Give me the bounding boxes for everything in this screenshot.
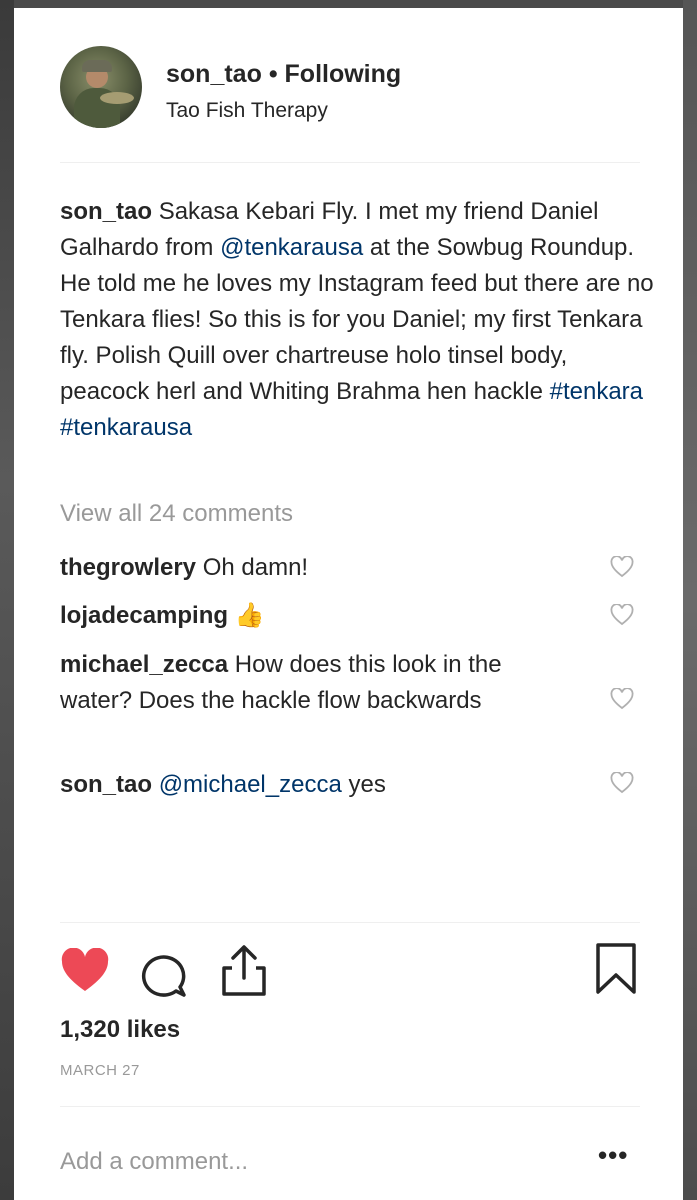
comment-item: thegrowlery Oh damn! [60, 550, 580, 586]
caption-hashtag-tenkarausa[interactable]: #tenkarausa [60, 414, 192, 441]
view-all-comments-link[interactable]: View all 24 comments [60, 500, 293, 528]
comment-item: michael_zecca How does this look in the … [60, 647, 560, 719]
caption-username[interactable]: son_tao [60, 198, 152, 225]
avatar[interactable] [60, 46, 142, 128]
comment-text: yes [348, 771, 386, 798]
background-right-edge [683, 0, 697, 1200]
comment-text: 👍 [234, 602, 265, 629]
comment-item: lojadecamping 👍 [60, 598, 580, 634]
comment-like-heart-icon[interactable] [610, 556, 634, 578]
actions-divider [60, 922, 640, 923]
post-card: son_tao • Following Tao Fish Therapy son… [14, 8, 683, 1200]
avatar-figure-hat [82, 60, 112, 72]
bookmark-icon[interactable] [594, 942, 638, 996]
follow-status[interactable]: Following [285, 60, 402, 88]
post-date: MARCH 27 [60, 1062, 140, 1079]
add-comment-input[interactable]: Add a comment... [60, 1148, 248, 1176]
comment-like-heart-icon[interactable] [610, 604, 634, 626]
post-header: son_tao • Following Tao Fish Therapy [14, 8, 683, 162]
more-options-icon[interactable]: ••• [598, 1140, 628, 1171]
likes-count[interactable]: 1,320 likes [60, 1016, 180, 1044]
avatar-fish [100, 92, 134, 104]
caption-hashtag-tenkara[interactable]: #tenkara [550, 378, 643, 405]
header-username-line: son_tao • Following [166, 60, 401, 89]
comment-like-heart-icon[interactable] [610, 772, 634, 794]
comment-input-divider [60, 1106, 640, 1107]
comment-username[interactable]: thegrowlery [60, 554, 196, 581]
caption-mention[interactable]: @tenkarausa [220, 234, 363, 261]
comment-username[interactable]: son_tao [60, 771, 152, 798]
comment-bubble-icon[interactable] [140, 951, 188, 997]
header-divider [60, 162, 640, 163]
comment-username[interactable]: lojadecamping [60, 602, 228, 629]
author-subtitle[interactable]: Tao Fish Therapy [166, 99, 328, 123]
background-left-edge [0, 0, 14, 1200]
comment-item: son_tao @michael_zecca yes [60, 767, 580, 803]
post-caption: son_tao Sakasa Kebari Fly. I met my frie… [60, 194, 660, 446]
comment-username[interactable]: michael_zecca [60, 651, 228, 678]
share-icon[interactable] [220, 944, 268, 998]
comment-mention[interactable]: @michael_zecca [159, 771, 342, 798]
header-separator: • [268, 60, 278, 88]
like-heart-icon[interactable] [60, 948, 110, 994]
comment-text: Oh damn! [202, 554, 309, 581]
comment-like-heart-icon[interactable] [610, 688, 634, 710]
author-username[interactable]: son_tao [166, 60, 262, 88]
